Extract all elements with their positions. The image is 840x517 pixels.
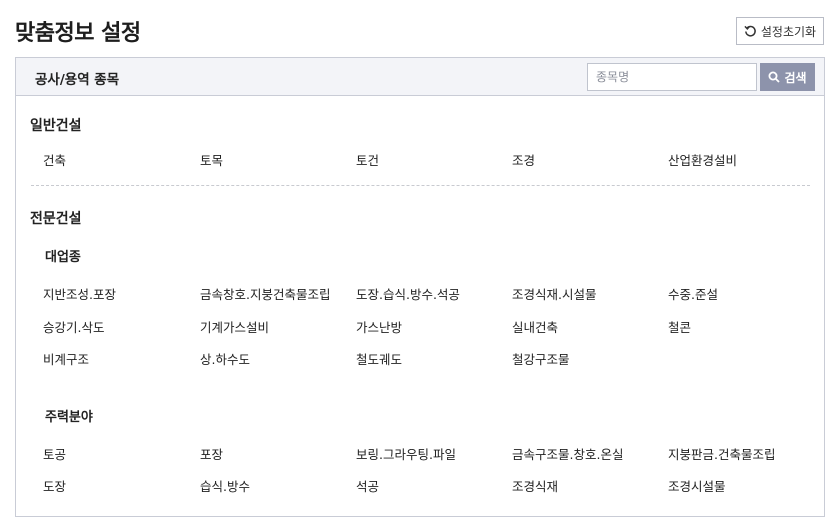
category-item[interactable]: 금속창호.지붕건축물조립	[200, 284, 330, 303]
category-item[interactable]: 기계가스설비	[200, 317, 269, 336]
category-item[interactable]: 지반조성.포장	[43, 284, 116, 303]
section-title-general: 일반건설	[30, 118, 82, 134]
category-item[interactable]: 금속구조물.창호.온실	[512, 444, 623, 463]
category-item[interactable]: 조경	[512, 150, 535, 169]
category-item[interactable]: 도장.습식.방수.석공	[356, 284, 460, 303]
category-search-input[interactable]	[587, 63, 757, 91]
category-item[interactable]: 지붕판금.건축물조립	[668, 444, 775, 463]
reset-icon	[744, 25, 757, 38]
category-item[interactable]: 상.하수도	[200, 349, 250, 368]
category-item[interactable]: 도장	[43, 476, 66, 495]
category-item[interactable]: 석공	[356, 476, 379, 495]
category-item[interactable]: 조경시설물	[668, 476, 726, 495]
major-row: 지반조성.포장 금속창호.지붕건축물조립 도장.습식.방수.석공 조경식재.시설…	[43, 284, 823, 306]
section-divider	[31, 185, 810, 186]
category-item[interactable]: 조경식재.시설물	[512, 284, 596, 303]
category-item[interactable]: 습식.방수	[200, 476, 250, 495]
category-item[interactable]: 비계구조	[43, 349, 89, 368]
category-item[interactable]: 보링.그라우팅.파일	[356, 444, 456, 463]
general-row: 건축 토목 토건 조경 산업환경설비	[43, 150, 823, 172]
category-item[interactable]: 수중.준설	[668, 284, 718, 303]
subsection-title-major: 대업종	[45, 250, 81, 265]
category-item[interactable]: 승강기.삭도	[43, 317, 104, 336]
reset-settings-button[interactable]: 설정초기화	[736, 17, 824, 45]
category-item[interactable]: 철콘	[668, 317, 691, 336]
category-panel: 공사/용역 종목 검색 일반건설 건축 토목 토건 조경 산업환경설비 전문건설…	[15, 57, 825, 517]
category-item[interactable]: 가스난방	[356, 317, 402, 336]
category-item[interactable]: 조경식재	[512, 476, 558, 495]
category-item[interactable]: 철도궤도	[356, 349, 402, 368]
panel-header: 공사/용역 종목 검색	[16, 58, 824, 96]
page-title: 맞춤정보 설정	[15, 21, 141, 46]
main-row: 토공 포장 보링.그라우팅.파일 금속구조물.창호.온실 지붕판금.건축물조립	[43, 444, 823, 466]
category-item[interactable]: 토공	[43, 444, 66, 463]
category-item[interactable]: 토목	[200, 150, 223, 169]
search-icon	[768, 71, 781, 83]
category-item[interactable]: 실내건축	[512, 317, 558, 336]
category-item[interactable]: 산업환경설비	[668, 150, 737, 169]
reset-settings-label: 설정초기화	[760, 24, 817, 39]
panel-title: 공사/용역 종목	[35, 72, 120, 88]
category-item[interactable]: 건축	[43, 150, 66, 169]
main-row: 도장 습식.방수 석공 조경식재 조경시설물	[43, 476, 823, 498]
search-button[interactable]: 검색	[760, 63, 815, 91]
major-row: 승강기.삭도 기계가스설비 가스난방 실내건축 철콘	[43, 317, 823, 339]
category-item[interactable]: 토건	[356, 150, 379, 169]
section-title-specialty: 전문건설	[30, 211, 82, 227]
search-button-label: 검색	[784, 70, 807, 85]
subsection-title-main: 주력분야	[45, 410, 93, 425]
category-item[interactable]: 포장	[200, 444, 223, 463]
category-item[interactable]: 철강구조물	[512, 349, 570, 368]
major-row: 비계구조 상.하수도 철도궤도 철강구조물	[43, 349, 823, 371]
